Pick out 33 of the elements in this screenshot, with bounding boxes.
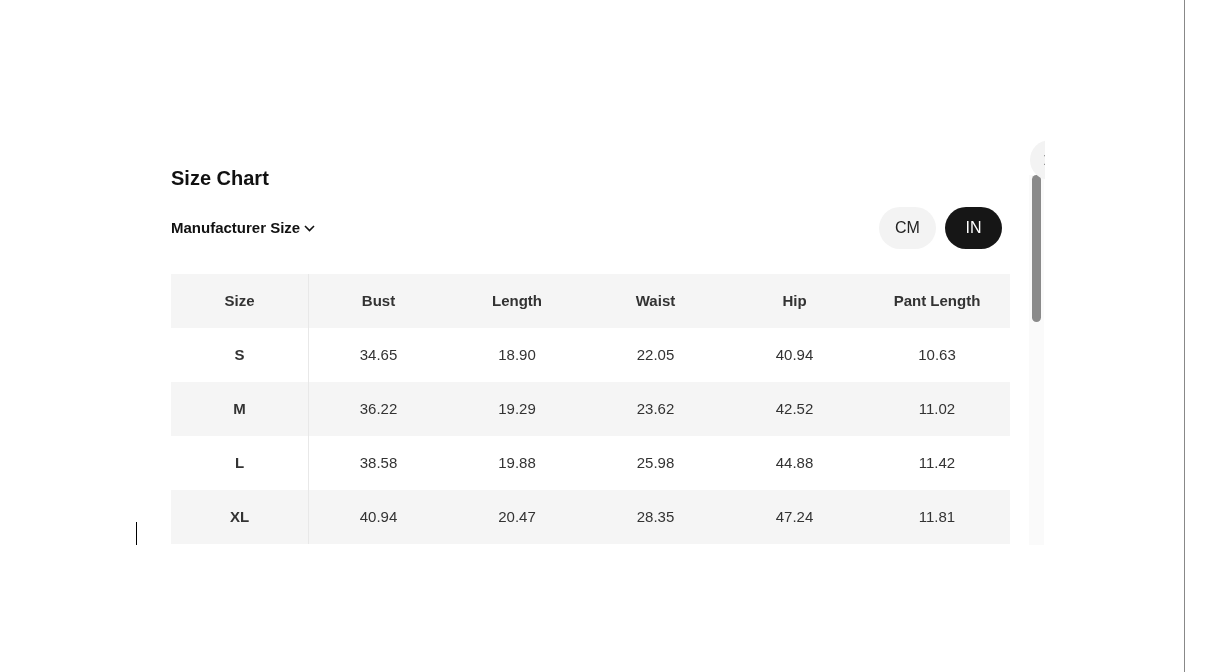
table-cell-text: 11.81 xyxy=(917,506,957,527)
text-cursor xyxy=(136,522,137,545)
table-cell-text: 40.94 xyxy=(774,344,815,365)
table-cell: XL xyxy=(171,490,309,544)
unit-toggle[interactable]: IN xyxy=(945,207,1002,249)
table-cell-text: 11.02 xyxy=(917,398,957,419)
table-cell-text: 42.52 xyxy=(774,398,815,419)
table-cell-text: 47.24 xyxy=(774,506,815,527)
table-cell-text: 22.05 xyxy=(635,344,676,365)
table-cell-text: 25.98 xyxy=(635,452,676,473)
table-cell-text: 19.88 xyxy=(497,452,537,473)
column-header: Waist xyxy=(634,290,677,311)
size-system-dropdown[interactable]: Manufacturer Size xyxy=(171,216,316,240)
table-cell-text: 20.47 xyxy=(497,506,537,527)
dialog-title: Size Chart xyxy=(171,166,270,191)
table-cell-text: 10.63 xyxy=(917,344,957,365)
scrollbar-thumb[interactable] xyxy=(1032,175,1041,322)
column-header: Length xyxy=(491,290,543,311)
unit-toggle[interactable]: CM xyxy=(879,207,936,249)
chevron-down-icon xyxy=(304,224,316,232)
column-header: Pant Length xyxy=(892,290,982,311)
table-cell-text: 28.35 xyxy=(635,506,676,527)
table-cell-text: 11.42 xyxy=(917,452,957,473)
column-header: Bust xyxy=(360,290,397,311)
table-cell-text: 23.62 xyxy=(635,398,676,419)
table-cell-text: 38.58 xyxy=(358,452,399,473)
table-cell-text: 36.22 xyxy=(358,398,399,419)
table-cell-text: 18.90 xyxy=(497,344,537,365)
table-cell-text: 34.65 xyxy=(358,344,399,365)
table-cell-text: 19.29 xyxy=(497,398,537,419)
table-cell-text: 44.88 xyxy=(774,452,815,473)
table-cell-text: 40.94 xyxy=(358,506,399,527)
column-header: Hip xyxy=(781,290,808,311)
